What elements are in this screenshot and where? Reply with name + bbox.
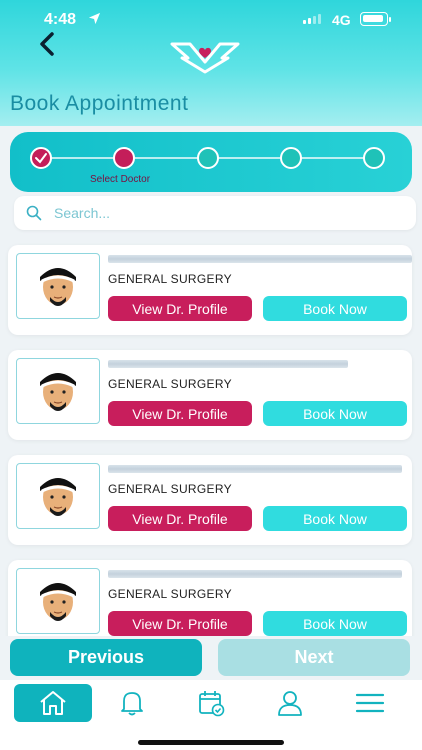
progress-stepper: Select Doctor <box>10 132 412 192</box>
doctor-list[interactable]: GENERAL SURGERY View Dr. Profile Book No… <box>0 240 422 636</box>
book-now-button[interactable]: Book Now <box>263 401 407 426</box>
doctor-card: GENERAL SURGERY View Dr. Profile Book No… <box>8 455 412 545</box>
step-label: Select Doctor <box>90 174 151 185</box>
chevron-left-icon <box>40 32 54 56</box>
menu-icon <box>355 693 385 713</box>
view-profile-button[interactable]: View Dr. Profile <box>108 401 252 426</box>
home-indicator <box>138 740 284 745</box>
tab-menu[interactable] <box>346 684 394 722</box>
doctor-name-redacted <box>108 255 412 263</box>
location-arrow-icon <box>88 12 101 30</box>
step-2-current[interactable] <box>113 147 135 169</box>
doctor-avatar <box>16 463 100 529</box>
view-profile-button[interactable]: View Dr. Profile <box>108 296 252 321</box>
network-type: 4G <box>332 12 351 28</box>
doctor-specialty: GENERAL SURGERY <box>108 272 232 286</box>
header: 4:48 4G Book Appointment <box>0 0 422 126</box>
book-now-button[interactable]: Book Now <box>263 296 407 321</box>
step-5[interactable] <box>363 147 385 169</box>
check-icon <box>35 153 47 164</box>
doctor-card: GENERAL SURGERY View Dr. Profile Book No… <box>8 560 412 636</box>
view-profile-button[interactable]: View Dr. Profile <box>108 506 252 531</box>
doctor-avatar-icon <box>40 583 76 621</box>
next-button[interactable]: Next <box>218 639 410 676</box>
doctor-specialty: GENERAL SURGERY <box>108 587 232 601</box>
tab-notifications[interactable] <box>108 684 156 722</box>
tab-profile[interactable] <box>266 684 314 722</box>
calendar-check-icon <box>199 691 225 717</box>
status-bar: 4:48 4G <box>0 0 422 40</box>
app-logo <box>170 40 240 74</box>
page-title: Book Appointment <box>10 92 189 115</box>
step-4[interactable] <box>280 147 302 169</box>
book-now-button[interactable]: Book Now <box>263 611 407 636</box>
doctor-name-redacted <box>108 360 348 368</box>
bell-icon <box>121 692 143 716</box>
previous-button[interactable]: Previous <box>10 639 202 676</box>
battery-icon <box>360 12 391 26</box>
search-bar[interactable] <box>14 196 416 230</box>
back-button[interactable] <box>34 30 62 58</box>
book-now-button[interactable]: Book Now <box>263 506 407 531</box>
step-3[interactable] <box>197 147 219 169</box>
search-icon <box>26 205 42 221</box>
tab-appointments[interactable] <box>187 684 235 722</box>
search-input[interactable] <box>54 202 404 224</box>
doctor-name-redacted <box>108 570 402 578</box>
tab-home[interactable] <box>14 684 92 722</box>
home-icon <box>40 691 66 715</box>
doctor-name-redacted <box>108 465 402 473</box>
doctor-specialty: GENERAL SURGERY <box>108 482 232 496</box>
doctor-specialty: GENERAL SURGERY <box>108 377 232 391</box>
doctor-avatar-icon <box>40 373 76 411</box>
doctor-avatar <box>16 568 100 634</box>
doctor-card: GENERAL SURGERY View Dr. Profile Book No… <box>8 350 412 440</box>
doctor-avatar <box>16 253 100 319</box>
view-profile-button[interactable]: View Dr. Profile <box>108 611 252 636</box>
doctor-avatar-icon <box>40 478 76 516</box>
step-1-completed[interactable] <box>30 147 52 169</box>
status-time: 4:48 <box>44 11 77 28</box>
doctor-avatar <box>16 358 100 424</box>
doctor-avatar-icon <box>40 268 76 306</box>
doctor-card: GENERAL SURGERY View Dr. Profile Book No… <box>8 245 412 335</box>
signal-icon <box>303 14 321 24</box>
user-icon <box>278 691 302 716</box>
